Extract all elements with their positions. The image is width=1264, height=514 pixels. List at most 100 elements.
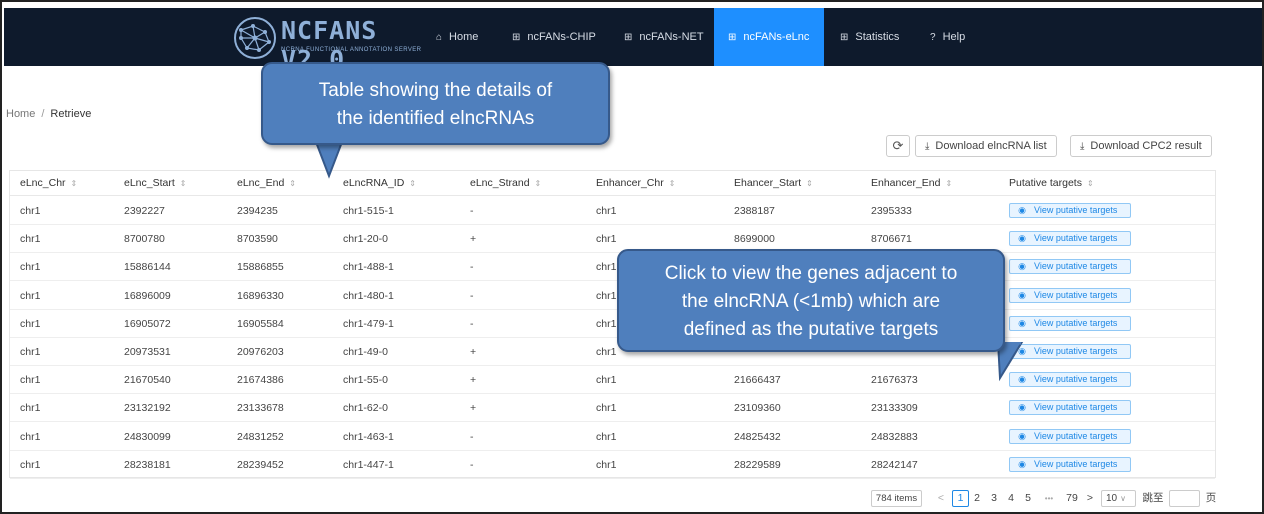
col-enhancer-start-cell: 21666437 — [734, 374, 781, 387]
table-row: chr1 16905072 16905584 chr1-479-1 - chr1 ◉ View… — [10, 310, 1215, 338]
nav-elnc-label: ncFANs-eLnc — [743, 31, 810, 43]
page-2[interactable]: 2 — [972, 490, 982, 507]
sort-icon[interactable]: ⇕ — [71, 179, 78, 188]
col-elnc-strand-header[interactable]: eLnc_Strand ⇕ — [470, 177, 541, 189]
col-elnc-end-header[interactable]: eLnc_End ⇕ — [237, 177, 296, 189]
sort-icon[interactable]: ⇕ — [1087, 179, 1094, 188]
sort-icon[interactable]: ⇕ — [806, 179, 813, 188]
table-header: eLnc_Chr ⇕ eLnc_Start ⇕ eLnc_End ⇕ eLncRNA_ID ⇕… — [10, 171, 1215, 196]
download-icon: ⤓ — [925, 141, 930, 152]
nav-statistics-label: Statistics — [855, 31, 900, 43]
table-row: chr1 8700780 8703590 chr1-20-0 + chr1 8699000 8… — [10, 225, 1215, 254]
col-elnc-chr-cell: chr1 — [20, 205, 41, 217]
col-elnc-end-cell: 21674386 — [237, 374, 284, 387]
page-4[interactable]: 4 — [1006, 490, 1016, 507]
page-5[interactable]: 5 — [1023, 490, 1033, 507]
download-icon: ⤓ — [1080, 141, 1085, 152]
sort-icon[interactable]: ⇕ — [409, 179, 416, 188]
col-elnc-strand-cell: + — [470, 233, 477, 246]
sort-icon[interactable]: ⇕ — [669, 179, 676, 188]
col-elnc-chr-cell: chr1 — [20, 374, 41, 387]
column-header-label: eLnc_Start — [124, 177, 175, 189]
col-elncrna-id-cell: chr1-480-1 — [343, 289, 394, 302]
view-putative-targets-button[interactable]: ◉ View putative targets — [1009, 259, 1131, 275]
page-last[interactable]: 79 — [1064, 490, 1080, 507]
nav-home-label: Home — [449, 31, 479, 43]
view-targets-label: View putative targets — [1034, 261, 1118, 272]
view-putative-targets-button[interactable]: ◉ View putative targets — [1009, 231, 1131, 247]
col-elnc-end-cell: 2394235 — [237, 205, 278, 217]
nav-help[interactable]: ? Help — [922, 8, 973, 66]
grid-icon: ⊞ — [624, 32, 633, 43]
col-elnc-chr-cell: chr1 — [20, 317, 41, 330]
col-elnc-start-cell: 21670540 — [124, 374, 171, 387]
sort-icon[interactable]: ⇕ — [535, 179, 542, 188]
table-row: chr1 15886144 15886855 chr1-488-1 - chr1 ◉ View… — [10, 253, 1215, 282]
table-row: chr1 20973531 20976203 chr1-49-0 + chr1 ◉ View … — [10, 338, 1215, 366]
nav-ncfans-elnc[interactable]: ⊞ ncFANs-eLnc — [714, 8, 824, 66]
next-page-button[interactable]: > — [1085, 490, 1095, 507]
nav-ncfans-net[interactable]: ⊞ ncFANs-NET — [616, 8, 712, 66]
chevron-down-icon: ∨ — [1120, 494, 1126, 503]
col-elnc-chr-cell: chr1 — [20, 430, 41, 443]
col-elnc-start-header[interactable]: eLnc_Start ⇕ — [124, 177, 187, 189]
download-cpc2-result-button[interactable]: ⤓ Download CPC2 result — [1070, 135, 1212, 157]
page-size-value: 10 — [1106, 493, 1118, 504]
col-elnc-strand-cell: - — [470, 205, 474, 217]
col-elncrna-id-cell: chr1-515-1 — [343, 205, 394, 217]
col-elnc-chr-header[interactable]: eLnc_Chr ⇕ — [20, 177, 77, 189]
view-putative-targets-button[interactable]: ◉ View putative targets — [1009, 203, 1131, 218]
page-1[interactable]: 1 — [952, 490, 969, 507]
view-putative-targets-button[interactable]: ◉ View putative targets — [1009, 456, 1131, 472]
view-putative-targets-button[interactable]: ◉ View putative targets — [1009, 428, 1131, 444]
col-putative-targets-header[interactable]: Putative targets ⇕ — [1009, 177, 1094, 189]
callout-targets-line-1: Click to view the genes adjacent to — [664, 263, 958, 284]
refresh-icon: ⟳ — [892, 138, 904, 153]
col-elnc-start-cell: 8700780 — [124, 233, 165, 246]
eye-icon: ◉ — [1018, 402, 1026, 413]
col-elnc-strand-cell: - — [470, 261, 474, 274]
view-targets-label: View putative targets — [1034, 458, 1118, 469]
view-putative-targets-button[interactable]: ◉ View putative targets — [1009, 287, 1131, 303]
col-enhancer-end-header[interactable]: Enhancer_End ⇕ — [871, 177, 952, 189]
view-putative-targets-button[interactable]: ◉ View putative targets — [1009, 400, 1131, 416]
col-elncrna-id-cell: chr1-20-0 — [343, 233, 388, 246]
col-elnc-start-cell: 16896009 — [124, 289, 171, 302]
jump-page-input[interactable] — [1169, 490, 1200, 507]
col-enhancer-start-header[interactable]: Ehancer_Start ⇕ — [734, 177, 813, 189]
col-enhancer-chr-cell: chr1 — [596, 430, 617, 443]
nav-ncfans-chip[interactable]: ⊞ ncFANs-CHIP — [504, 8, 604, 66]
page-size-select[interactable]: 10 ∨ — [1101, 490, 1136, 507]
col-enhancer-chr-header[interactable]: Enhancer_Chr ⇕ — [596, 177, 675, 189]
prev-page-button[interactable]: < — [936, 490, 946, 507]
eye-icon: ◉ — [1018, 289, 1026, 300]
col-enhancer-chr-cell: chr1 — [596, 402, 617, 415]
col-elnc-strand-cell: + — [470, 346, 477, 358]
logo[interactable]: NCFANS V2.0 NCRNA FUNCTIONAL ANNOTATION … — [233, 16, 421, 74]
nav-statistics[interactable]: ⊞ Statistics — [832, 8, 907, 66]
view-putative-targets-button[interactable]: ◉ View putative targets — [1009, 315, 1131, 331]
callout-table-note: Table showing the details of the identif… — [261, 62, 610, 145]
nav-chip-label: ncFANs-CHIP — [527, 31, 596, 43]
column-header-label: Ehancer_Start — [734, 177, 802, 189]
sort-icon[interactable]: ⇕ — [945, 179, 952, 188]
col-elnc-chr-cell: chr1 — [20, 233, 41, 246]
jump-label: 跳至 — [1142, 492, 1164, 504]
col-elncrna-id-cell: chr1-49-0 — [343, 346, 388, 358]
pagination-ellipsis[interactable]: ••• — [1038, 490, 1060, 507]
col-elnc-strand-cell: + — [470, 374, 477, 387]
col-elnc-end-cell: 8703590 — [237, 233, 278, 246]
page-3[interactable]: 3 — [989, 490, 999, 507]
table-row: chr1 2392227 2394235 chr1-515-1 - chr1 2388187… — [10, 197, 1215, 225]
col-enhancer-chr-cell: chr1 — [596, 458, 617, 471]
breadcrumb-home[interactable]: Home — [6, 108, 35, 120]
sort-icon[interactable]: ⇕ — [289, 179, 296, 188]
col-elnc-end-cell: 15886855 — [237, 261, 284, 274]
callout-targets-note: Click to view the genes adjacent to the … — [617, 249, 1005, 352]
nav-home[interactable]: ⌂ Home — [428, 8, 486, 66]
col-elnc-start-cell: 2392227 — [124, 205, 165, 217]
col-enhancer-end-cell: 8706671 — [871, 233, 912, 246]
refresh-button[interactable]: ⟳ — [886, 135, 910, 157]
sort-icon[interactable]: ⇕ — [180, 179, 187, 188]
download-elncrna-list-button[interactable]: ⤓ Download elncRNA list — [915, 135, 1057, 157]
